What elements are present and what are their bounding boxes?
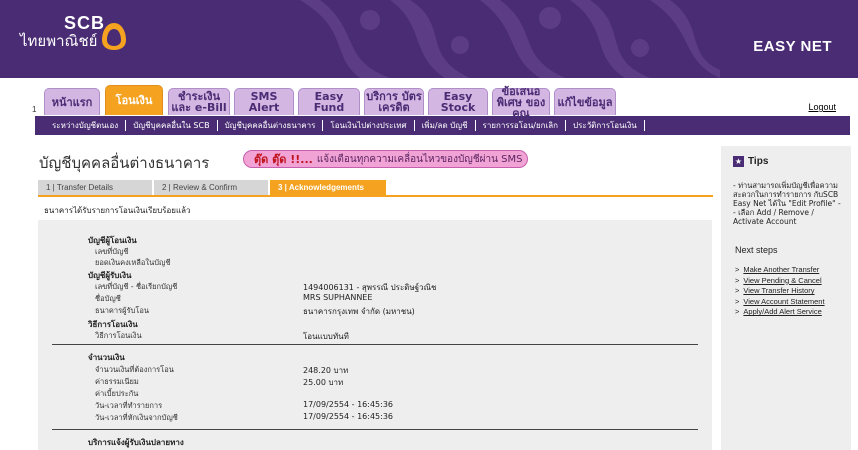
amount-section-title: จำนวนเงิน (88, 353, 125, 362)
debit-date-label: วัน-เวลาที่หักเงินจากบัญชี (95, 413, 178, 422)
promo-text: แจ้งเตือนทุกความเคลื่อนไหวของบัญชีผ่าน S… (316, 153, 523, 165)
fee-label: ค่าธรรมเนียม (95, 377, 139, 386)
to-bank-value: ธนาคารกรุงเทพ จำกัด (มหาชน) (303, 307, 415, 316)
chevron-right-icon: > (735, 286, 740, 296)
promo-highlight: ตุ๊ด ตุ๊ด !!... (254, 153, 313, 166)
notify-section-title: บริการแจ้งผู้รับเงินปลายทาง (88, 438, 184, 447)
next-apply-alert-link[interactable]: Apply/Add Alert Service (743, 307, 821, 316)
section-divider (52, 429, 698, 430)
txn-date-label: วัน-เวลาที่ทำรายการ (95, 401, 163, 410)
tips-text: - ท่านสามารถเพิ่มบัญชีเพื่อความสะดวกในกา… (733, 181, 841, 226)
tab-credit-card[interactable]: บริการ บัตรเครดิต (364, 88, 424, 115)
chevron-right-icon: > (735, 265, 740, 274)
subnav-history[interactable]: ประวัติการโอนเงิน (566, 120, 645, 131)
tips-header: ★ Tips (733, 156, 768, 167)
tips-title: Tips (748, 156, 769, 167)
list-item: > Make Another Transfer (735, 265, 825, 276)
subnav-pending-cancel[interactable]: รายการรอโอน/ยกเลิก (476, 120, 567, 131)
star-icon: ★ (733, 156, 744, 167)
tab-home[interactable]: หน้าแรก (44, 88, 100, 115)
next-make-another-transfer-link[interactable]: Make Another Transfer (743, 265, 819, 274)
chevron-right-icon: > (735, 275, 740, 285)
interest-label: ค่าเบี้ยประกัน (95, 389, 139, 398)
list-item: > View Account Statement (735, 297, 825, 308)
product-name: EASY NET (753, 38, 832, 55)
tab-transfer[interactable]: โอนเงิน (105, 85, 163, 115)
to-name-value: MRS SUPHANNEE (303, 293, 373, 302)
logo[interactable]: SCB ไทยพาณิชย์ (20, 14, 105, 50)
sms-promo-banner[interactable]: ตุ๊ด ตุ๊ด !!... แจ้งเตือนทุกความเคลื่อนไ… (243, 150, 528, 168)
subnav-own-accounts[interactable]: ระหว่างบัญชีตนเอง (45, 120, 127, 131)
transfer-subnav: ระหว่างบัญชีตนเอง บัญชีบุคคลอื่นใน SCB บ… (35, 116, 850, 135)
list-item: > Apply/Add Alert Service (735, 307, 825, 318)
subnav-overseas[interactable]: โอนเงินไปต่างประเทศ (323, 120, 415, 131)
list-item: > View Transfer History (735, 286, 825, 297)
to-bank-label: ธนาคารผู้รับโอน (95, 306, 150, 315)
header-pattern (300, 0, 720, 78)
tab-easy-fund[interactable]: Easy Fund (298, 88, 360, 115)
next-view-history-link[interactable]: View Transfer History (743, 286, 814, 295)
confirmation-message: ธนาคารได้รับรายการโอนเงินเรียบร้อยแล้ว (44, 206, 191, 215)
tips-panel: ★ Tips - ท่านสามารถเพิ่มบัญชีเพื่อความสะ… (721, 146, 851, 450)
tab-edit-profile[interactable]: แก้ไขข้อมูล (554, 88, 616, 115)
to-name-label: ชื่อบัญชี (95, 294, 121, 303)
subnav-other-bank[interactable]: บัญชีบุคคลอื่นต่างธนาคาร (218, 120, 324, 131)
subnav-add-remove-account[interactable]: เพิ่ม/ลด บัญชี (415, 120, 476, 131)
fee-value: 25.00 บาท (303, 378, 344, 387)
main-tabs: 1 หน้าแรก โอนเงิน ชำระเงิน และ e-Bill SM… (10, 78, 850, 119)
amount-label: จำนวนเงินที่ต้องการโอน (95, 365, 174, 374)
chevron-right-icon: > (735, 296, 740, 306)
step-review-confirm: 2 | Review & Confirm (154, 180, 268, 195)
from-balance-label: ยอดเงินคงเหลือในบัญชี (95, 258, 171, 267)
to-account-label: เลขที่บัญชี - ชื่อเรียกบัญชี (95, 282, 178, 291)
tab-special-offers[interactable]: ข้อเสนอพิเศษ ของคุณ (492, 86, 550, 119)
method-label: วิธีการโอนเงิน (95, 331, 142, 340)
method-value: โอนแบบทันที (303, 332, 349, 341)
section-divider (52, 344, 698, 345)
logout-link[interactable]: Logout (808, 102, 836, 112)
chevron-right-icon: > (735, 307, 740, 317)
next-view-statement-link[interactable]: View Account Statement (743, 297, 824, 306)
txn-date-value: 17/09/2554 - 16:45:36 (303, 400, 394, 409)
step-acknowledgements: 3 | Acknowledgements (270, 180, 386, 195)
tab-index-number: 1 (32, 105, 37, 114)
site-header: SCB ไทยพาณิชย์ EASY NET (0, 0, 858, 78)
tab-sms-alert[interactable]: SMS Alert (234, 88, 294, 115)
logo-thai-text: ไทยพาณิชย์ (20, 32, 98, 50)
next-steps-list: > Make Another Transfer > View Pending & C… (735, 265, 825, 318)
list-item: > View Pending & Cancel (735, 276, 825, 287)
page-title: บัญชีบุคคลอื่นต่างธนาคาร (39, 154, 210, 172)
tab-payment-ebill[interactable]: ชำระเงิน และ e-Bill (168, 88, 230, 115)
tab-easy-stock[interactable]: Easy Stock (428, 88, 488, 115)
debit-date-value: 17/09/2554 - 16:45:36 (303, 412, 394, 421)
next-view-pending-link[interactable]: View Pending & Cancel (743, 276, 821, 285)
transfer-details-panel: บัญชีผู้โอนเงิน เลขที่บัญชี ยอดเงินคงเหล… (38, 220, 712, 450)
next-steps-title: Next steps (735, 245, 778, 255)
step-transfer-details: 1 | Transfer Details (38, 180, 152, 195)
steps-divider (38, 195, 713, 197)
scb-bell-logo-icon (102, 23, 126, 50)
subnav-other-scb[interactable]: บัญชีบุคคลอื่นใน SCB (126, 120, 218, 131)
